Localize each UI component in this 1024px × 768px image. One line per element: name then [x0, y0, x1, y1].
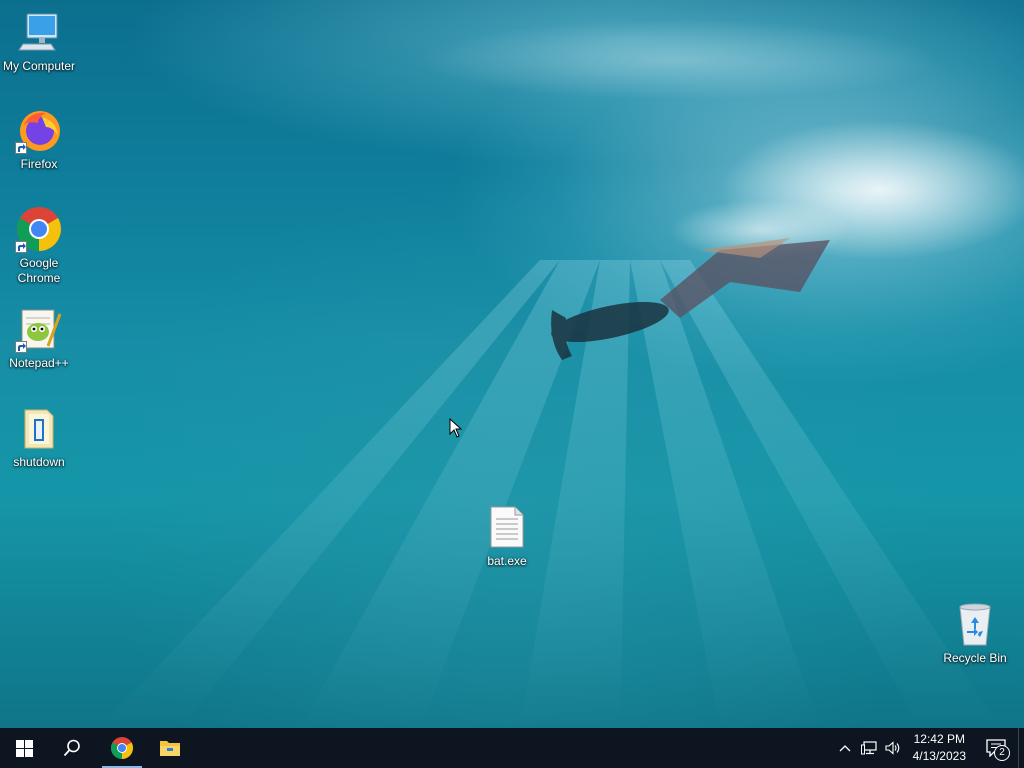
taskbar: 12:42 PM 4/13/2023 2 — [0, 728, 1024, 768]
desktop-icon-my-computer[interactable]: My Computer — [1, 8, 77, 74]
batch-file-icon — [15, 404, 63, 452]
volume-button[interactable] — [881, 728, 905, 768]
taskbar-file-explorer-button[interactable] — [146, 728, 194, 768]
icon-label: bat.exe — [487, 554, 527, 568]
icon-label: Recycle Bin — [943, 651, 1007, 665]
clock-date: 4/13/2023 — [912, 749, 966, 763]
network-icon — [860, 741, 877, 755]
shortcut-arrow-icon — [15, 341, 27, 353]
icon-label: Firefox — [20, 157, 58, 171]
desktop-icon-notepadpp[interactable]: Notepad++ — [1, 305, 77, 371]
desktop[interactable]: My Computer Firefox Google Chrome Notepa… — [0, 0, 1024, 728]
wallpaper-rays — [100, 20, 1024, 728]
windows-logo-icon — [15, 739, 33, 757]
volume-icon — [885, 741, 899, 755]
action-center-button[interactable]: 2 — [974, 728, 1018, 768]
notepadpp-icon — [15, 305, 63, 353]
notification-count-badge: 2 — [994, 745, 1010, 761]
taskbar-chrome-button[interactable] — [98, 728, 146, 768]
system-tray: 12:42 PM 4/13/2023 2 — [833, 728, 1024, 768]
search-icon — [63, 739, 80, 757]
show-hidden-icons-button[interactable] — [833, 728, 857, 768]
computer-icon — [15, 8, 63, 56]
search-button[interactable] — [48, 728, 96, 768]
recycle-bin-icon — [951, 600, 999, 648]
icon-label: Google Chrome — [17, 256, 61, 285]
icon-label: My Computer — [2, 59, 76, 73]
taskbar-clock[interactable]: 12:42 PM 4/13/2023 — [905, 731, 974, 765]
shortcut-arrow-icon — [15, 142, 27, 154]
chrome-icon — [111, 737, 133, 759]
desktop-icon-firefox[interactable]: Firefox — [1, 106, 77, 172]
desktop-icon-bat-exe[interactable]: bat.exe — [469, 503, 545, 569]
desktop-icon-shutdown[interactable]: shutdown — [1, 404, 77, 470]
chevron-up-icon — [839, 745, 851, 752]
firefox-icon — [15, 106, 63, 154]
chrome-icon — [15, 205, 63, 253]
show-desktop-button[interactable] — [1018, 728, 1024, 768]
shortcut-arrow-icon — [15, 241, 27, 253]
desktop-icon-google-chrome[interactable]: Google Chrome — [1, 205, 77, 286]
desktop-icon-recycle-bin[interactable]: Recycle Bin — [937, 600, 1013, 666]
text-file-icon — [483, 503, 531, 551]
mouse-cursor-icon — [449, 418, 463, 438]
network-button[interactable] — [857, 728, 881, 768]
clock-time: 12:42 PM — [913, 732, 965, 746]
folder-icon — [160, 741, 180, 756]
icon-label: Notepad++ — [9, 356, 69, 370]
start-button[interactable] — [0, 728, 48, 768]
icon-label: shutdown — [13, 455, 65, 469]
